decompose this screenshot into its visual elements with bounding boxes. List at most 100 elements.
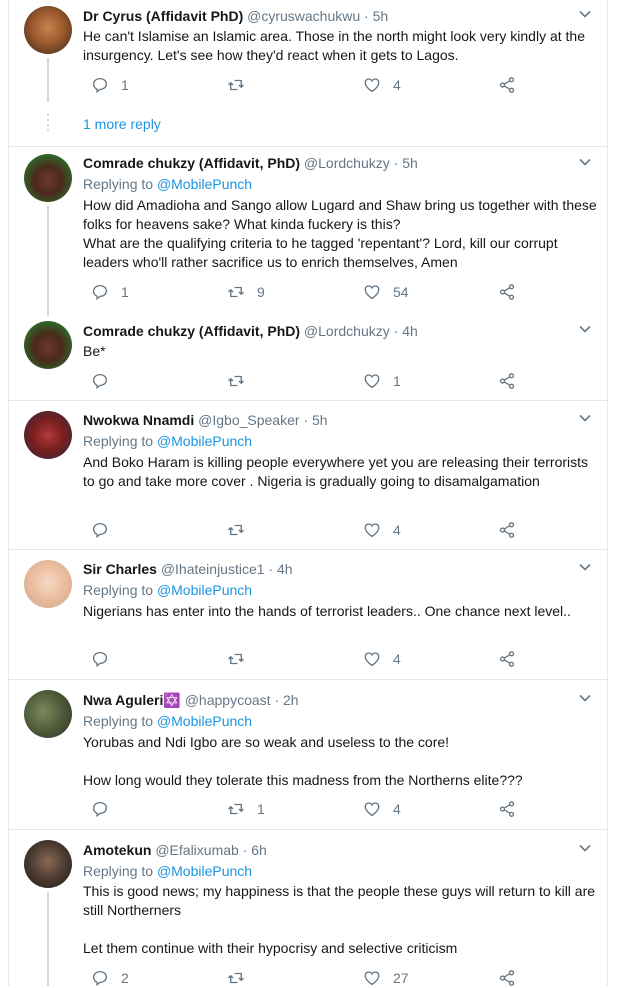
replying-to-link[interactable]: @MobilePunch [157, 176, 252, 192]
retweet-button[interactable]: 1 [227, 799, 265, 819]
like-button[interactable]: 4 [363, 799, 401, 819]
avatar[interactable] [24, 411, 72, 459]
tweet-time[interactable]: 2h [283, 692, 299, 708]
share-button[interactable] [498, 649, 516, 669]
like-count: 1 [393, 373, 401, 389]
share-button[interactable] [498, 75, 516, 95]
author-handle[interactable]: @cyruswachukwu [247, 8, 360, 24]
replying-to-link[interactable]: @MobilePunch [157, 582, 252, 598]
reply-count: 2 [121, 970, 129, 986]
tweet-actions: 1 [83, 371, 523, 391]
share-button[interactable] [498, 520, 516, 540]
tweet-actions: 1 4 [83, 799, 523, 819]
author-name[interactable]: Comrade chukzy (Affidavit, PhD) [83, 323, 300, 339]
share-icon [499, 77, 515, 93]
tweet[interactable]: Nwa Aguleri✡️ @happycoast · 2h Replying … [8, 679, 608, 829]
tweet-actions: 2 27 [83, 968, 523, 988]
avatar[interactable] [24, 6, 72, 54]
replying-to: Replying to @MobilePunch [83, 176, 253, 192]
reply-button[interactable]: 2 [91, 968, 129, 988]
retweet-button[interactable] [227, 649, 257, 669]
tweet[interactable]: Nwokwa Nnamdi @Igbo_Speaker · 5h Replyin… [8, 400, 608, 549]
author-name[interactable]: Amotekun [83, 842, 151, 858]
author-name[interactable]: Dr Cyrus (Affidavit PhD) [83, 8, 243, 24]
tweet[interactable]: Sir Charles @Ihateinjustice1 · 4h Replyi… [8, 549, 608, 679]
retweet-button[interactable] [227, 968, 257, 988]
avatar[interactable] [24, 840, 72, 888]
thread-line [47, 206, 49, 316]
caret-down-icon[interactable] [578, 691, 592, 705]
reply-button[interactable] [91, 649, 121, 669]
tweet-time[interactable]: 5h [402, 155, 418, 171]
retweet-icon [228, 972, 244, 984]
share-icon [499, 522, 515, 538]
replying-to-link[interactable]: @MobilePunch [157, 433, 252, 449]
tweet-time[interactable]: 5h [373, 8, 389, 24]
like-button[interactable]: 54 [363, 282, 409, 302]
author-handle[interactable]: @Ihateinjustice1 [161, 561, 265, 577]
tweet-time[interactable]: 4h [277, 561, 293, 577]
like-count: 4 [393, 801, 401, 817]
retweet-icon [228, 79, 244, 91]
tweet-time[interactable]: 4h [402, 323, 418, 339]
like-button[interactable]: 4 [363, 520, 401, 540]
avatar[interactable] [24, 690, 72, 738]
like-button[interactable]: 1 [363, 371, 401, 391]
author-handle[interactable]: @happycoast [185, 692, 271, 708]
share-button[interactable] [498, 968, 516, 988]
more-reply-link[interactable]: 1 more reply [83, 115, 161, 133]
reply-button[interactable]: 1 [91, 75, 129, 95]
reply-button[interactable] [91, 799, 121, 819]
caret-down-icon[interactable] [578, 841, 592, 855]
author-name[interactable]: Sir Charles [83, 561, 157, 577]
author-handle[interactable]: @Igbo_Speaker [198, 412, 299, 428]
share-button[interactable] [498, 371, 516, 391]
author-name[interactable]: Nwokwa Nnamdi [83, 412, 194, 428]
reply-count: 1 [121, 77, 129, 93]
tweet[interactable]: Dr Cyrus (Affidavit PhD) @cyruswachukwu … [8, 0, 608, 146]
author-name[interactable]: Nwa Aguleri✡️ [83, 692, 181, 708]
reply-button[interactable] [91, 371, 121, 391]
tweet-text: He can't Islamise an Islamic area. Those… [83, 28, 585, 63]
tweet-time[interactable]: 5h [312, 412, 328, 428]
reply-button[interactable]: 1 [91, 282, 129, 302]
caret-down-icon[interactable] [578, 411, 592, 425]
retweet-count: 1 [257, 801, 265, 817]
thread-line [47, 892, 49, 986]
retweet-button[interactable]: 9 [227, 282, 265, 302]
tweet[interactable]: Comrade chukzy (Affidavit, PhD) @Lordchu… [8, 313, 608, 400]
like-button[interactable]: 4 [363, 75, 401, 95]
like-icon [364, 971, 380, 986]
retweet-button[interactable] [227, 371, 257, 391]
replying-to-link[interactable]: @MobilePunch [157, 713, 252, 729]
caret-down-icon[interactable] [578, 322, 592, 336]
author-handle[interactable]: @Efalixumab [155, 842, 238, 858]
caret-down-icon[interactable] [578, 560, 592, 574]
like-count: 4 [393, 77, 401, 93]
replying-to-link[interactable]: @MobilePunch [157, 863, 252, 879]
tweet-actions: 4 [83, 520, 523, 540]
share-icon [499, 970, 515, 986]
avatar[interactable] [24, 321, 72, 369]
retweet-button[interactable] [227, 520, 257, 540]
author-handle[interactable]: @Lordchukzy [304, 155, 390, 171]
avatar[interactable] [24, 154, 72, 202]
tweet[interactable]: Comrade chukzy (Affidavit, PhD) @Lordchu… [8, 146, 608, 316]
reply-button[interactable] [91, 520, 121, 540]
author-handle[interactable]: @Lordchukzy [304, 323, 390, 339]
tweet-text: Be* [83, 343, 106, 359]
retweet-button[interactable] [227, 75, 257, 95]
thread-line [47, 58, 49, 102]
author-name[interactable]: Comrade chukzy (Affidavit, PhD) [83, 155, 300, 171]
caret-down-icon[interactable] [578, 7, 592, 21]
avatar[interactable] [24, 560, 72, 608]
tweet[interactable]: Amotekun @Efalixumab · 6h Replying to @M… [8, 829, 608, 988]
share-button[interactable] [498, 282, 516, 302]
like-button[interactable]: 4 [363, 649, 401, 669]
tweet-text: And Boko Haram is killing people everywh… [83, 454, 589, 489]
tweet-time[interactable]: 6h [251, 842, 267, 858]
like-icon [364, 652, 380, 667]
share-button[interactable] [498, 799, 516, 819]
caret-down-icon[interactable] [578, 155, 592, 169]
like-button[interactable]: 27 [363, 968, 409, 988]
